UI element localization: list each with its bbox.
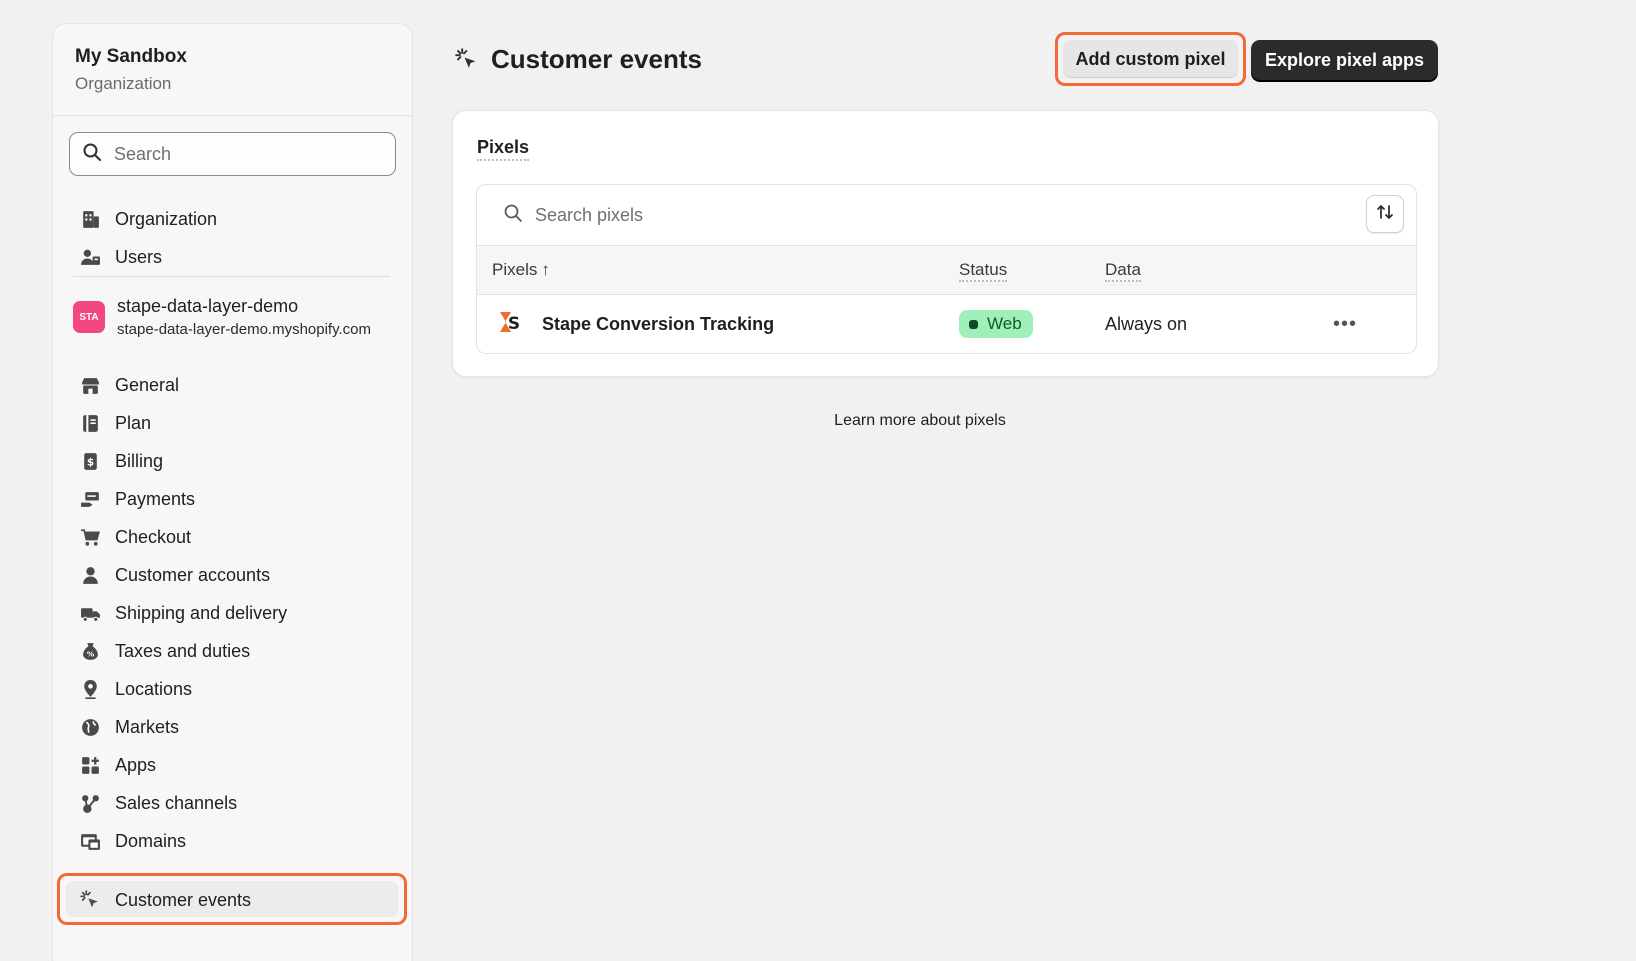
sidebar-item-label: Organization xyxy=(115,208,218,229)
sidebar-item-sales-channels[interactable]: Sales channels xyxy=(73,785,394,821)
sidebar-search-input[interactable]: Search xyxy=(69,132,396,176)
payments-icon xyxy=(77,486,103,512)
location-pin-icon xyxy=(77,676,103,702)
organization-subtitle: Organization xyxy=(75,74,172,93)
domains-icon xyxy=(77,828,103,854)
cursor-click-icon xyxy=(455,47,481,73)
status-dot-icon xyxy=(969,319,978,329)
more-actions-icon[interactable]: ••• xyxy=(1333,313,1357,336)
sidebar-item-customer-accounts[interactable]: Customer accounts xyxy=(73,557,394,593)
organization-header[interactable]: My Sandbox Organization xyxy=(53,24,412,116)
sidebar-item-locations[interactable]: Locations xyxy=(73,671,394,707)
sidebar-item-general[interactable]: General xyxy=(73,367,394,403)
table-header: Pixels ↑ Status Data xyxy=(477,245,1416,295)
sidebar-item-label: Users xyxy=(115,246,163,267)
sidebar-item-label: Customer events xyxy=(115,889,252,910)
add-custom-pixel-highlight: Add custom pixel xyxy=(1055,32,1246,86)
pixels-search-placeholder: Search pixels xyxy=(535,204,644,225)
data-value: Always on xyxy=(1105,313,1188,334)
billing-icon: $ xyxy=(77,448,103,474)
sidebar-item-apps[interactable]: Apps xyxy=(73,747,394,783)
sidebar-item-label: Customer accounts xyxy=(115,564,271,585)
sidebar-item-payments[interactable]: Payments xyxy=(73,481,394,517)
sort-arrows-icon xyxy=(1375,202,1395,227)
pixels-card-title: Pixels xyxy=(477,137,530,161)
sidebar-item-checkout[interactable]: Checkout xyxy=(73,519,394,555)
search-icon xyxy=(82,142,102,167)
sidebar-item-markets[interactable]: Markets xyxy=(73,709,394,745)
building-icon xyxy=(77,206,103,232)
organization-name: My Sandbox xyxy=(75,46,187,67)
cursor-click-icon xyxy=(77,887,103,913)
sidebar-item-users[interactable]: Users xyxy=(73,239,394,275)
explore-pixel-apps-button[interactable]: Explore pixel apps xyxy=(1251,40,1438,80)
tax-icon: % xyxy=(77,638,103,664)
search-icon xyxy=(503,203,523,228)
sidebar-item-taxes[interactable]: % Taxes and duties xyxy=(73,633,394,669)
store-icon xyxy=(77,372,103,398)
sidebar-item-label: Taxes and duties xyxy=(115,640,251,661)
sidebar-item-label: Shipping and delivery xyxy=(115,602,288,623)
pixel-name: Stape Conversion Tracking xyxy=(542,313,775,334)
sidebar-item-label: Apps xyxy=(115,754,157,775)
sidebar-item-organization[interactable]: Organization xyxy=(73,201,394,237)
channels-icon xyxy=(77,790,103,816)
sidebar-divider xyxy=(73,276,390,277)
column-header-pixels[interactable]: Pixels ↑ xyxy=(492,260,550,280)
sidebar-item-label: Billing xyxy=(115,450,164,471)
status-badge-label: Web xyxy=(987,314,1022,333)
sidebar-item-label: Locations xyxy=(115,678,193,699)
svg-text:%: % xyxy=(86,649,94,658)
sidebar-item-label: Checkout xyxy=(115,526,192,547)
learn-more-link[interactable]: Learn more about pixels xyxy=(0,412,1636,430)
cart-icon xyxy=(77,524,103,550)
sidebar-item-label: Payments xyxy=(115,488,196,509)
store-avatar: STA xyxy=(73,301,105,333)
sidebar-item-label: Sales channels xyxy=(115,792,238,813)
store-name: stape-data-layer-demo xyxy=(117,296,299,316)
pixels-card: Pixels Search pixels Pixels ↑ Status Dat… xyxy=(452,110,1439,377)
apps-icon xyxy=(77,752,103,778)
svg-text:S: S xyxy=(508,314,520,334)
column-header-data: Data xyxy=(1105,260,1141,282)
sidebar-item-domains[interactable]: Domains xyxy=(73,823,394,859)
person-icon xyxy=(77,562,103,588)
settings-sidebar: My Sandbox Organization Search Organizat… xyxy=(52,23,413,961)
sidebar-item-shipping[interactable]: Shipping and delivery xyxy=(73,595,394,631)
sidebar-item-billing[interactable]: $ Billing xyxy=(73,443,394,479)
sidebar-item-label: Markets xyxy=(115,716,180,737)
sidebar-item-customer-events[interactable]: Customer events xyxy=(73,882,394,918)
column-header-status-label: Status xyxy=(959,260,1008,282)
truck-icon xyxy=(77,600,103,626)
column-header-pixels-label: Pixels xyxy=(492,260,538,279)
page-title-text: Customer events xyxy=(491,44,702,74)
store-switcher[interactable]: STA stape-data-layer-demo stape-data-lay… xyxy=(73,296,371,338)
column-header-status: Status xyxy=(959,260,1008,282)
svg-text:$: $ xyxy=(86,456,93,468)
pixels-search-input[interactable]: Search pixels xyxy=(477,185,1416,245)
table-row[interactable]: S Stape Conversion Tracking Web Always o… xyxy=(477,295,1416,353)
sort-ascending-icon: ↑ xyxy=(541,260,550,279)
sidebar-search-placeholder: Search xyxy=(114,143,172,164)
status-badge: Web xyxy=(959,310,1033,338)
column-header-data-label: Data xyxy=(1105,260,1141,282)
store-domain: stape-data-layer-demo.myshopify.com xyxy=(117,321,371,338)
users-icon xyxy=(77,244,103,270)
page-title: Customer events xyxy=(455,44,702,75)
pixels-table: Search pixels Pixels ↑ Status Data S Sta… xyxy=(476,184,1417,354)
stape-logo-icon: S xyxy=(498,310,522,339)
sort-button[interactable] xyxy=(1366,195,1404,233)
sidebar-item-label: General xyxy=(115,374,180,395)
add-custom-pixel-button[interactable]: Add custom pixel xyxy=(1063,40,1238,78)
globe-icon xyxy=(77,714,103,740)
sidebar-item-label: Domains xyxy=(115,830,187,851)
